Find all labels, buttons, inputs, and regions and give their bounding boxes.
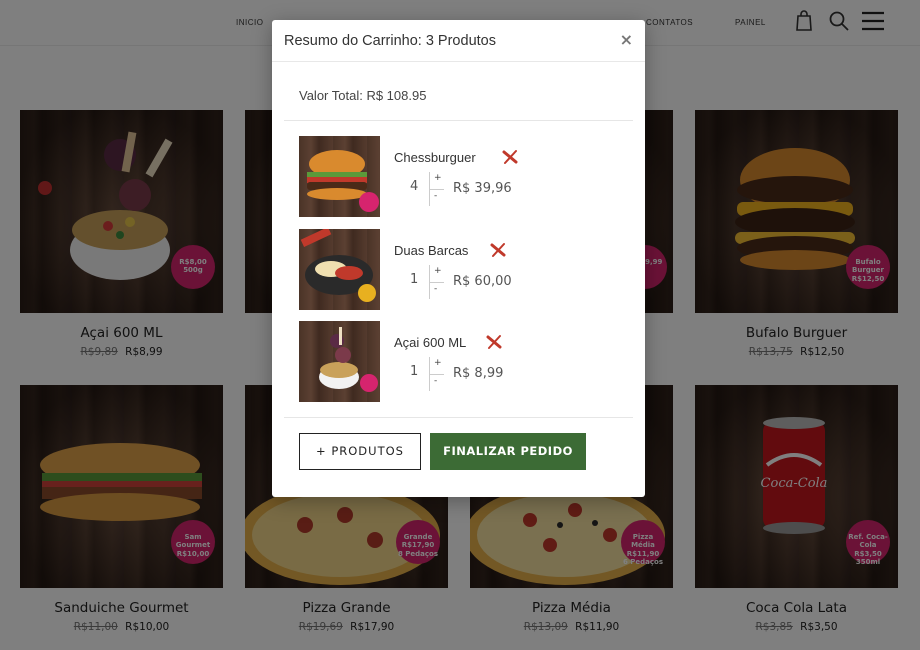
item-quantity[interactable]: 4	[410, 179, 418, 194]
remove-item-icon[interactable]	[485, 333, 503, 351]
decrement-button[interactable]: -	[434, 376, 437, 386]
item-name: Chessburguer	[394, 150, 476, 165]
modal-title: Resumo do Carrinho: 3 Produtos	[284, 33, 496, 49]
quantity-stepper: + -	[429, 172, 444, 206]
remove-item-icon[interactable]	[501, 148, 519, 166]
item-name: Açai 600 ML	[394, 335, 467, 350]
divider	[284, 417, 633, 418]
item-thumbnail	[299, 321, 380, 402]
item-quantity[interactable]: 1	[410, 272, 418, 287]
quantity-stepper: + -	[429, 265, 444, 299]
divider	[284, 120, 633, 121]
item-price: R$ 8,99	[453, 366, 504, 381]
decrement-button[interactable]: -	[434, 191, 437, 201]
finish-order-button[interactable]: FINALIZAR PEDIDO	[430, 433, 586, 470]
item-name: Duas Barcas	[394, 243, 469, 258]
cart-item: Duas Barcas 1 + - R$ 60,00	[299, 229, 619, 311]
item-quantity[interactable]: 1	[410, 364, 418, 379]
increment-button[interactable]: +	[434, 173, 442, 183]
item-thumbnail	[299, 136, 380, 217]
cart-total: Valor Total: R$ 108.95	[299, 88, 427, 103]
close-icon[interactable]: ×	[620, 30, 633, 49]
increment-button[interactable]: +	[434, 266, 442, 276]
modal-header: Resumo do Carrinho: 3 Produtos ×	[272, 20, 645, 62]
remove-item-icon[interactable]	[489, 241, 507, 259]
cart-item: Açai 600 ML 1 + - R$ 8,99	[299, 321, 619, 403]
add-more-products-button[interactable]: + PRODUTOS	[299, 433, 421, 470]
item-price: R$ 60,00	[453, 274, 512, 289]
cart-item: Chessburguer 4 + - R$ 39,96	[299, 136, 619, 218]
item-thumbnail	[299, 229, 380, 310]
decrement-button[interactable]: -	[434, 284, 437, 294]
increment-button[interactable]: +	[434, 358, 442, 368]
quantity-stepper: + -	[429, 357, 444, 391]
cart-summary-modal: Resumo do Carrinho: 3 Produtos × Valor T…	[272, 20, 645, 497]
item-price: R$ 39,96	[453, 181, 512, 196]
